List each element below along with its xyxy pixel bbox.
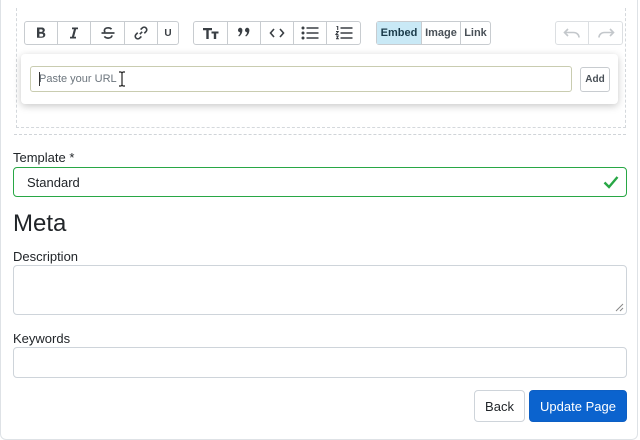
- quote-button[interactable]: [228, 22, 261, 44]
- back-button[interactable]: Back: [474, 390, 525, 422]
- description-label: Description: [13, 249, 79, 264]
- undo-icon: [563, 28, 580, 38]
- insert-link-button[interactable]: [125, 22, 158, 44]
- undo-button[interactable]: [556, 22, 589, 44]
- add-url-button[interactable]: Add: [580, 67, 610, 92]
- keywords-input[interactable]: [13, 347, 627, 378]
- bullet-list-icon: [301, 26, 319, 40]
- bullet-list-button[interactable]: [294, 22, 327, 44]
- template-select[interactable]: Standard: [13, 167, 627, 197]
- code-button[interactable]: [261, 22, 294, 44]
- template-value: Standard: [27, 175, 80, 190]
- numbered-list-icon: [334, 26, 352, 40]
- bold-button[interactable]: [25, 22, 58, 44]
- redo-icon: [597, 28, 615, 38]
- block-group: [193, 21, 361, 45]
- italic-button[interactable]: [58, 22, 91, 44]
- bold-icon: [37, 27, 46, 38]
- resize-handle-icon[interactable]: [615, 303, 624, 312]
- code-icon: [269, 28, 285, 38]
- heading-button[interactable]: [194, 22, 228, 44]
- url-placeholder: Paste your URL: [39, 73, 117, 85]
- text-caret: [39, 72, 40, 86]
- strikethrough-button[interactable]: [91, 22, 125, 44]
- update-page-button[interactable]: Update Page: [529, 390, 627, 422]
- text-cursor-icon: [119, 71, 125, 87]
- url-input[interactable]: Paste your URL: [30, 66, 572, 92]
- redo-button[interactable]: [589, 22, 622, 44]
- quote-icon: [237, 27, 250, 37]
- meta-heading: Meta: [13, 210, 67, 237]
- media-tabs: Embed Image Link: [376, 21, 491, 45]
- description-textarea[interactable]: [13, 265, 627, 315]
- keywords-label: Keywords: [13, 331, 71, 346]
- numbered-list-button[interactable]: [327, 22, 360, 44]
- section-divider: [14, 134, 626, 135]
- template-label: Template *: [13, 150, 75, 165]
- underline-button[interactable]: U: [158, 22, 178, 44]
- embed-tab[interactable]: Embed: [377, 22, 422, 44]
- link-tab[interactable]: Link: [461, 22, 490, 44]
- embed-url-popover: Paste your URL Add: [21, 54, 618, 104]
- check-icon: [603, 176, 619, 189]
- history-group: [555, 21, 623, 45]
- strikethrough-icon: [101, 26, 114, 39]
- image-tab[interactable]: Image: [422, 22, 461, 44]
- link-icon: [134, 26, 148, 40]
- format-group: U: [24, 21, 179, 45]
- editor-toolbar: U Embed Image Link: [24, 21, 623, 45]
- italic-icon: [70, 27, 78, 39]
- heading-icon: [202, 28, 218, 39]
